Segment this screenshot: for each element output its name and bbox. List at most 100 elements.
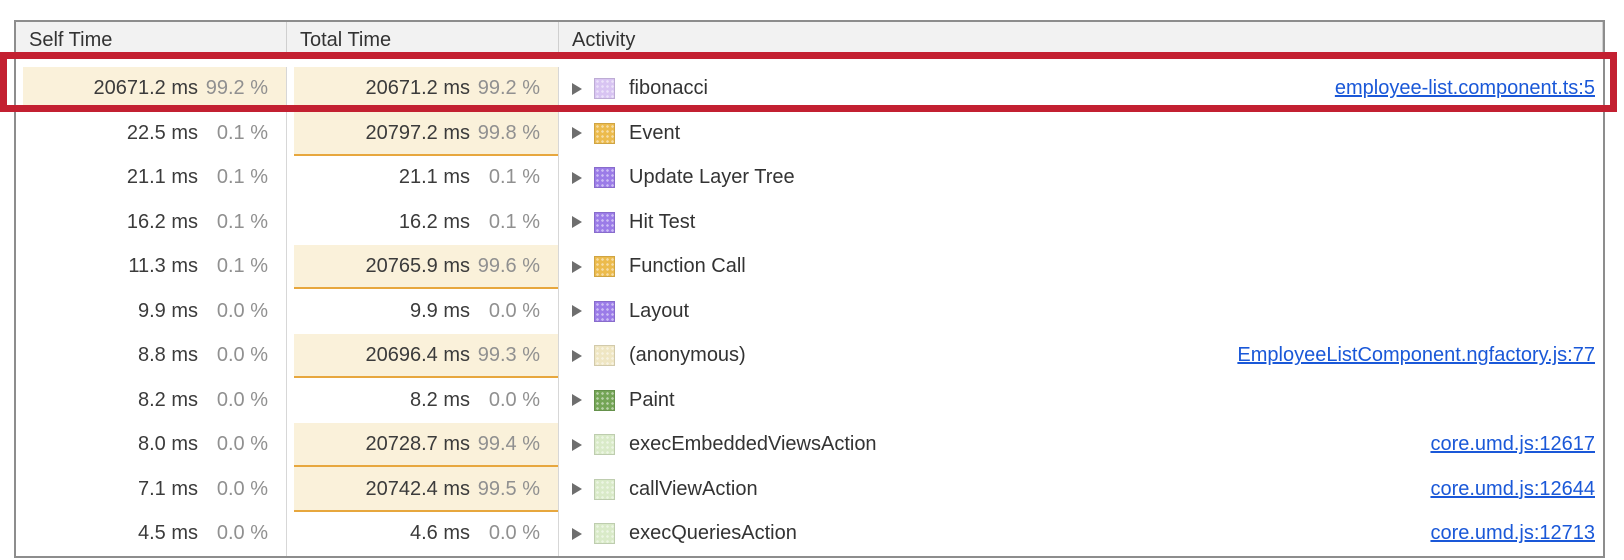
expand-arrow-icon[interactable]	[572, 172, 582, 184]
rendering-purple-swatch	[594, 301, 615, 322]
self-time-percent: 0.1 %	[198, 166, 268, 189]
total-time-cell[interactable]: 4.6 ms 0.0 %	[287, 512, 559, 557]
total-time-cell[interactable]: 20671.2 ms 99.2 %	[287, 67, 559, 112]
total-time-percent: 0.1 %	[470, 211, 540, 234]
self-time-value: 8.0 ms	[138, 433, 198, 456]
self-time-cell[interactable]: 8.0 ms 0.0 %	[16, 423, 287, 468]
activity-cell[interactable]: Paint	[559, 378, 1603, 423]
expand-arrow-icon[interactable]	[572, 483, 582, 495]
total-time-percent: 99.8 %	[470, 122, 540, 145]
activity-cell[interactable]: execQueriesAction core.umd.js:12713	[559, 512, 1603, 557]
self-time-value: 20671.2 ms	[93, 77, 198, 100]
total-time-value: 20765.9 ms	[365, 255, 470, 278]
self-time-cell[interactable]: 11.3 ms 0.1 %	[16, 245, 287, 290]
scripting-amber-swatch	[594, 123, 615, 144]
activity-cell[interactable]: callViewAction core.umd.js:12644	[559, 467, 1603, 512]
self-time-value: 7.1 ms	[138, 478, 198, 501]
expand-arrow-icon[interactable]	[572, 216, 582, 228]
column-header-activity[interactable]: Activity	[559, 22, 1603, 58]
self-time-value: 8.8 ms	[138, 344, 198, 367]
total-time-cell[interactable]: 21.1 ms 0.1 %	[287, 156, 559, 201]
activity-cell[interactable]: Event	[559, 111, 1603, 156]
self-time-percent: 0.0 %	[198, 344, 268, 367]
self-time-cell[interactable]: 9.9 ms 0.0 %	[16, 289, 287, 334]
activity-label: Update Layer Tree	[629, 166, 795, 189]
total-time-value: 20696.4 ms	[365, 344, 470, 367]
expand-arrow-icon[interactable]	[572, 127, 582, 139]
self-time-percent: 0.0 %	[198, 522, 268, 545]
activity-cell[interactable]: (anonymous) EmployeeListComponent.ngfact…	[559, 334, 1603, 379]
rendering-purple-swatch	[594, 167, 615, 188]
expand-arrow-icon[interactable]	[572, 394, 582, 406]
source-location-link[interactable]: core.umd.js:12617	[1430, 433, 1595, 456]
script-light-green-swatch	[594, 434, 615, 455]
activity-label: Paint	[629, 389, 675, 412]
expand-arrow-icon[interactable]	[572, 439, 582, 451]
expand-arrow-icon[interactable]	[572, 261, 582, 273]
activity-cell[interactable]: fibonacci employee-list.component.ts:5	[559, 67, 1603, 112]
self-time-cell[interactable]: 7.1 ms 0.0 %	[16, 467, 287, 512]
total-time-percent: 0.1 %	[470, 166, 540, 189]
activity-label: execEmbeddedViewsAction	[629, 433, 877, 456]
total-time-percent: 99.4 %	[470, 433, 540, 456]
total-time-cell[interactable]: 20765.9 ms 99.6 %	[287, 245, 559, 290]
source-location-link[interactable]: employee-list.component.ts:5	[1335, 77, 1595, 100]
activity-label: execQueriesAction	[629, 522, 797, 545]
rendering-purple-swatch	[594, 212, 615, 233]
scripting-purple-swatch	[594, 78, 615, 99]
total-time-value: 9.9 ms	[410, 300, 470, 323]
activity-cell[interactable]: execEmbeddedViewsAction core.umd.js:1261…	[559, 423, 1603, 468]
activity-cell[interactable]: Hit Test	[559, 200, 1603, 245]
total-time-percent: 99.6 %	[470, 255, 540, 278]
column-header-total-time[interactable]: Total Time	[287, 22, 559, 58]
expand-arrow-icon[interactable]	[572, 350, 582, 362]
activity-label: Function Call	[629, 255, 746, 278]
activity-label: Layout	[629, 300, 689, 323]
self-time-cell[interactable]: 20671.2 ms 99.2 %	[16, 67, 287, 112]
total-time-percent: 0.0 %	[470, 389, 540, 412]
self-time-value: 22.5 ms	[127, 122, 198, 145]
self-time-percent: 0.0 %	[198, 478, 268, 501]
total-time-cell[interactable]: 20797.2 ms 99.8 %	[287, 111, 559, 156]
column-header-self-time[interactable]: Self Time	[16, 22, 287, 58]
self-time-percent: 0.0 %	[198, 300, 268, 323]
activity-label: Hit Test	[629, 211, 695, 234]
expand-arrow-icon[interactable]	[572, 528, 582, 540]
total-time-percent: 0.0 %	[470, 522, 540, 545]
self-time-percent: 99.2 %	[198, 77, 268, 100]
total-time-cell[interactable]: 20696.4 ms 99.3 %	[287, 334, 559, 379]
call-tree-table: Self Time Total Time Activity 20671.2 ms…	[14, 20, 1605, 558]
self-time-cell[interactable]: 22.5 ms 0.1 %	[16, 111, 287, 156]
activity-cell[interactable]: Update Layer Tree	[559, 156, 1603, 201]
activity-label: Event	[629, 122, 680, 145]
self-time-percent: 0.0 %	[198, 389, 268, 412]
self-time-cell[interactable]: 21.1 ms 0.1 %	[16, 156, 287, 201]
self-time-value: 21.1 ms	[127, 166, 198, 189]
painting-green-swatch	[594, 390, 615, 411]
activity-cell[interactable]: Function Call	[559, 245, 1603, 290]
self-time-percent: 0.1 %	[198, 122, 268, 145]
total-time-cell[interactable]: 9.9 ms 0.0 %	[287, 289, 559, 334]
self-time-cell[interactable]: 8.8 ms 0.0 %	[16, 334, 287, 379]
total-time-percent: 99.2 %	[470, 77, 540, 100]
self-time-value: 11.3 ms	[128, 255, 198, 278]
activity-label: callViewAction	[629, 478, 758, 501]
self-time-cell[interactable]: 8.2 ms 0.0 %	[16, 378, 287, 423]
total-time-cell[interactable]: 16.2 ms 0.1 %	[287, 200, 559, 245]
source-location-link[interactable]: EmployeeListComponent.ngfactory.js:77	[1237, 344, 1595, 367]
expand-arrow-icon[interactable]	[572, 305, 582, 317]
total-time-cell[interactable]: 8.2 ms 0.0 %	[287, 378, 559, 423]
self-time-cell[interactable]: 16.2 ms 0.1 %	[16, 200, 287, 245]
total-time-percent: 99.3 %	[470, 344, 540, 367]
total-time-cell[interactable]: 20728.7 ms 99.4 %	[287, 423, 559, 468]
total-time-value: 21.1 ms	[399, 166, 470, 189]
source-location-link[interactable]: core.umd.js:12644	[1430, 478, 1595, 501]
activity-cell[interactable]: Layout	[559, 289, 1603, 334]
source-location-link[interactable]: core.umd.js:12713	[1430, 522, 1595, 545]
self-time-cell[interactable]: 4.5 ms 0.0 %	[16, 512, 287, 557]
total-time-cell[interactable]: 20742.4 ms 99.5 %	[287, 467, 559, 512]
expand-arrow-icon[interactable]	[572, 83, 582, 95]
total-time-value: 8.2 ms	[410, 389, 470, 412]
script-light-green-swatch	[594, 479, 615, 500]
script-light-green-swatch	[594, 523, 615, 544]
